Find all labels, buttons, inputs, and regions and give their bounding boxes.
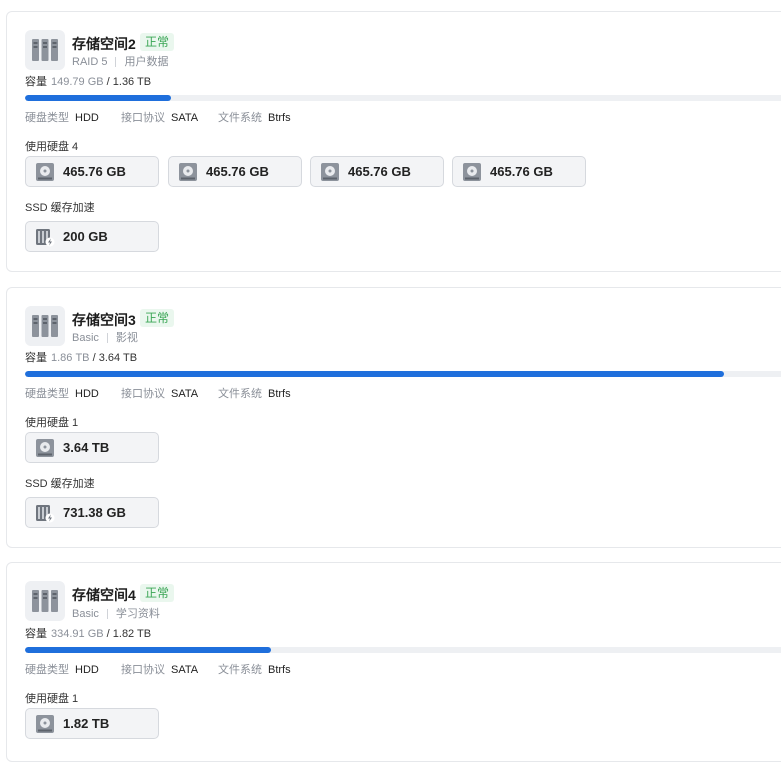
ssd-cache-icon bbox=[36, 504, 55, 522]
hard-disk-icon bbox=[36, 162, 54, 181]
disk-size: 465.76 GB bbox=[206, 164, 269, 179]
disks-label: 使用硬盘 1 bbox=[25, 417, 79, 429]
ssd-cache-label: SSD 缓存加速 bbox=[25, 478, 95, 490]
disk-size: 3.64 TB bbox=[63, 440, 110, 455]
usage-bar-fill bbox=[25, 371, 725, 377]
interface-label: 接口协议 bbox=[121, 112, 165, 124]
ssd-cache-label: SSD 缓存加速 bbox=[25, 202, 95, 214]
capacity-line: 容量 334.91 GB / 1.82 TB bbox=[25, 625, 151, 641]
capacity-label: 容量 bbox=[25, 628, 47, 640]
status-badge: 正常 bbox=[140, 584, 175, 602]
usage-bar bbox=[25, 647, 781, 653]
pool-description: 影视 bbox=[115, 332, 138, 344]
pool-description: 用户数据 bbox=[124, 56, 169, 68]
pool-title: 存储空间2 bbox=[72, 36, 136, 52]
disk-type-label: 硬盘类型 bbox=[25, 388, 69, 400]
pool-title: 存储空间4 bbox=[72, 587, 136, 603]
capacity-label: 容量 bbox=[25, 352, 47, 364]
ssd-size: 200 GB bbox=[63, 229, 108, 244]
total-capacity: / 1.82 TB bbox=[106, 628, 152, 640]
interface-value: SATA bbox=[171, 664, 199, 676]
storage-pool-card[interactable]: 存储空间2 正常 RAID 5 用户数据 容量 149.79 GB / 1.36 T… bbox=[6, 11, 781, 272]
interface-value: SATA bbox=[171, 112, 199, 124]
disks-label: 使用硬盘 4 bbox=[25, 141, 79, 153]
hard-disk-icon bbox=[36, 438, 54, 457]
disk-size: 465.76 GB bbox=[490, 164, 553, 179]
usage-bar bbox=[25, 95, 781, 101]
disk-type-label: 硬盘类型 bbox=[25, 664, 69, 676]
usage-bar-fill bbox=[25, 95, 172, 101]
disk-chip[interactable]: 465.76 GB bbox=[310, 156, 444, 187]
disk-size: 1.82 TB bbox=[63, 716, 110, 731]
pool-subtitle: RAID 5 用户数据 bbox=[72, 53, 168, 69]
raid-level: Basic bbox=[72, 608, 99, 620]
disks-label: 使用硬盘 1 bbox=[25, 693, 79, 705]
raid-level: RAID 5 bbox=[72, 56, 108, 68]
hard-disk-icon bbox=[321, 162, 339, 181]
filesystem-label: 文件系统 bbox=[218, 664, 262, 676]
pool-subtitle: Basic 学习资料 bbox=[72, 605, 160, 621]
server-rack-icon bbox=[25, 581, 65, 621]
hard-disk-icon bbox=[463, 162, 481, 181]
interface-value: SATA bbox=[171, 388, 199, 400]
disk-type-value: HDD bbox=[75, 112, 99, 124]
server-rack-icon bbox=[25, 30, 65, 70]
filesystem-label: 文件系统 bbox=[218, 112, 262, 124]
total-capacity: / 3.64 TB bbox=[92, 352, 138, 364]
interface-label: 接口协议 bbox=[121, 388, 165, 400]
storage-pool-card[interactable]: 存储空间3 正常 Basic 影视 容量 1.86 TB / 3.64 TB 硬盘类… bbox=[6, 287, 781, 548]
pool-description: 学习资料 bbox=[115, 608, 160, 620]
disk-size: 465.76 GB bbox=[348, 164, 411, 179]
ssd-size: 731.38 GB bbox=[63, 505, 126, 520]
server-rack-icon bbox=[25, 306, 65, 346]
ssd-chip[interactable]: 731.38 GB bbox=[25, 497, 159, 528]
status-badge: 正常 bbox=[140, 33, 175, 51]
disk-type-label: 硬盘类型 bbox=[25, 112, 69, 124]
disk-type-value: HDD bbox=[75, 664, 99, 676]
storage-pool-card[interactable]: 存储空间4 正常 Basic 学习资料 容量 334.91 GB / 1.82 TB… bbox=[6, 562, 781, 762]
capacity-line: 容量 1.86 TB / 3.64 TB bbox=[25, 349, 137, 365]
disk-type-value: HDD bbox=[75, 388, 99, 400]
pool-title: 存储空间3 bbox=[72, 312, 136, 328]
disk-chip[interactable]: 1.82 TB bbox=[25, 708, 159, 739]
filesystem-label: 文件系统 bbox=[218, 388, 262, 400]
usage-bar bbox=[25, 371, 781, 377]
used-capacity: 149.79 GB bbox=[51, 76, 104, 88]
disk-chip[interactable]: 3.64 TB bbox=[25, 432, 159, 463]
capacity-line: 容量 149.79 GB / 1.36 TB bbox=[25, 73, 151, 89]
ssd-chip[interactable]: 200 GB bbox=[25, 221, 159, 252]
filesystem-value: Btrfs bbox=[268, 664, 291, 676]
capacity-label: 容量 bbox=[25, 76, 47, 88]
ssd-cache-icon bbox=[36, 228, 55, 246]
disk-chip[interactable]: 465.76 GB bbox=[168, 156, 302, 187]
pool-subtitle: Basic 影视 bbox=[72, 329, 138, 345]
hard-disk-icon bbox=[179, 162, 197, 181]
hard-disk-icon bbox=[36, 714, 54, 733]
raid-level: Basic bbox=[72, 332, 99, 344]
disk-size: 465.76 GB bbox=[63, 164, 126, 179]
interface-label: 接口协议 bbox=[121, 664, 165, 676]
filesystem-value: Btrfs bbox=[268, 388, 291, 400]
filesystem-value: Btrfs bbox=[268, 112, 291, 124]
status-badge: 正常 bbox=[140, 309, 175, 327]
used-capacity: 1.86 TB bbox=[51, 352, 90, 364]
total-capacity: / 1.36 TB bbox=[106, 76, 152, 88]
disk-chip[interactable]: 465.76 GB bbox=[452, 156, 586, 187]
used-capacity: 334.91 GB bbox=[51, 628, 104, 640]
disk-chip[interactable]: 465.76 GB bbox=[25, 156, 159, 187]
usage-bar-fill bbox=[25, 647, 272, 653]
